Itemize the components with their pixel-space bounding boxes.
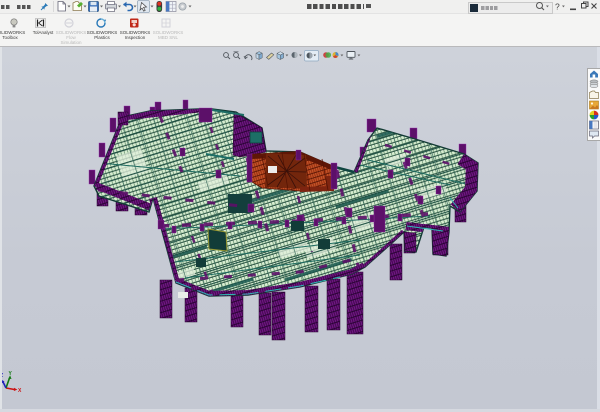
svg-text:Y: Y [9,371,13,377]
svg-text:?: ? [555,2,560,12]
svg-text:X: X [18,388,22,394]
